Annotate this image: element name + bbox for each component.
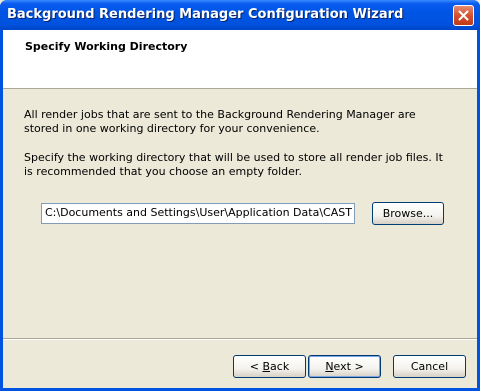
wizard-client-area: Specify Working Directory All render job… bbox=[3, 30, 477, 388]
next-rest: ext > bbox=[333, 360, 364, 373]
browse-button[interactable]: Browse... bbox=[372, 202, 444, 225]
instruction-paragraph: Specify the working directory that will … bbox=[24, 151, 443, 178]
cancel-button[interactable]: Cancel bbox=[393, 355, 466, 378]
window-title: Background Rendering Manager Configurati… bbox=[7, 7, 404, 22]
title-bar[interactable]: Background Rendering Manager Configurati… bbox=[0, 0, 480, 30]
page-title: Specify Working Directory bbox=[25, 40, 188, 53]
working-directory-input[interactable]: C:\Documents and Settings\User\Applicati… bbox=[41, 203, 355, 224]
next-button[interactable]: Next > bbox=[308, 355, 381, 378]
close-icon bbox=[458, 10, 469, 21]
description-paragraph: All render jobs that are sent to the Bac… bbox=[24, 108, 416, 135]
wizard-window: Background Rendering Manager Configurati… bbox=[0, 0, 480, 391]
back-mnemonic: B bbox=[262, 360, 271, 373]
back-prefix: < bbox=[249, 360, 263, 373]
footer-divider bbox=[3, 338, 477, 340]
back-button[interactable]: < Back bbox=[233, 355, 306, 378]
wizard-header: Specify Working Directory bbox=[3, 30, 477, 89]
back-rest: ack bbox=[270, 360, 290, 373]
close-button[interactable] bbox=[453, 5, 474, 26]
next-mnemonic: N bbox=[325, 360, 334, 373]
